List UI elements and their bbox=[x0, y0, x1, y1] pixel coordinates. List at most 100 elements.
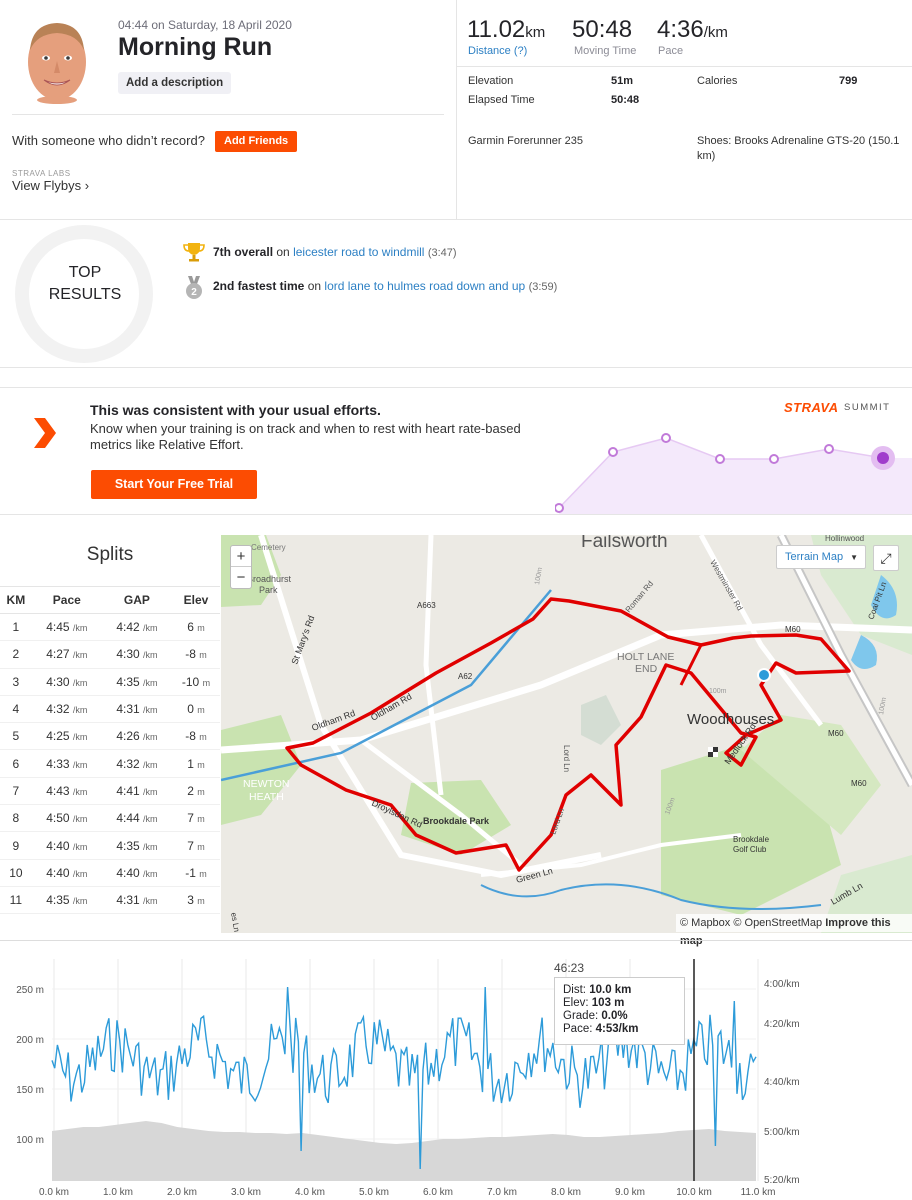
split-cell-gap: 4:32 /km bbox=[101, 749, 172, 778]
elevation-pace-chart[interactable]: 0.0 km 1.0 km 2.0 km 3.0 km 4.0 km 5.0 km 6.0 … bbox=[0, 940, 912, 1200]
split-cell-km: 5 bbox=[0, 722, 32, 751]
road-label: M60 bbox=[828, 729, 844, 738]
elapsed-time-value: 50:48 bbox=[611, 94, 640, 106]
activity-title: Morning Run bbox=[118, 33, 273, 61]
splits-header-elev: Elev bbox=[171, 586, 220, 614]
split-cell-pace: 4:43 /km bbox=[31, 777, 102, 806]
split-row: 11 4:35 /km 4:31 /km 3 m bbox=[0, 886, 220, 915]
road-label: M60 bbox=[851, 779, 867, 788]
split-cell-elev: -8 m bbox=[171, 722, 220, 751]
pace-tick-label: 5:20/km bbox=[764, 1175, 800, 1186]
chart-tooltip: Dist: 10.0 km Elev: 103 m Grade: 0.0% Pa… bbox=[554, 977, 685, 1045]
athlete-avatar[interactable] bbox=[22, 16, 92, 104]
device-name: Garmin Forerunner 235 bbox=[468, 135, 583, 147]
place-label: Hollinwood bbox=[825, 535, 864, 543]
add-friends-button[interactable]: Add Friends bbox=[215, 131, 298, 152]
x-tick-label: 0.0 km bbox=[39, 1187, 69, 1198]
y-tick-label: 150 m bbox=[16, 1085, 44, 1096]
place-label: Park bbox=[259, 585, 278, 595]
x-tick-label: 2.0 km bbox=[167, 1187, 197, 1198]
split-cell-pace: 4:33 /km bbox=[31, 749, 102, 778]
contour-label: 100m bbox=[709, 688, 727, 695]
pace-tick-label: 4:20/km bbox=[764, 1019, 800, 1030]
split-cell-km: 6 bbox=[0, 749, 32, 778]
split-cell-km: 10 bbox=[0, 859, 32, 887]
distance-help-link[interactable]: Distance (?) bbox=[468, 45, 527, 57]
split-cell-gap: 4:41 /km bbox=[101, 777, 172, 806]
tooltip-time: 46:23 bbox=[554, 961, 585, 975]
split-row: 3 4:30 /km 4:35 /km -10 m bbox=[0, 668, 220, 696]
place-label: END bbox=[635, 663, 658, 675]
split-cell-pace: 4:45 /km bbox=[31, 613, 102, 642]
pace-label: Pace bbox=[658, 45, 684, 57]
split-row: 4 4:32 /km 4:31 /km 0 m bbox=[0, 695, 220, 724]
add-description-button[interactable]: Add a description bbox=[118, 72, 232, 94]
split-row: 6 4:33 /km 4:32 /km 1 m bbox=[0, 749, 220, 778]
road-label: A663 bbox=[417, 601, 436, 610]
top-results-title: TOP RESULTS bbox=[48, 264, 122, 303]
split-cell-elev: 3 m bbox=[171, 886, 220, 915]
segment-link[interactable]: lord lane to hulmes road down and up bbox=[324, 279, 525, 293]
divider bbox=[12, 114, 444, 115]
elevation-value: 51m bbox=[611, 75, 634, 87]
segment-link[interactable]: leicester road to windmill bbox=[293, 245, 424, 259]
x-tick-label: 5.0 km bbox=[359, 1187, 389, 1198]
distance-stat: 11.02km bbox=[467, 16, 546, 43]
splits-table: KM Pace GAP Elev 1 4:45 /km 4:42 /km 6 m 2 4:… bbox=[0, 586, 220, 915]
trophy-icon bbox=[183, 242, 205, 267]
split-cell-elev: 1 m bbox=[171, 749, 220, 778]
x-tick-label: 8.0 km bbox=[551, 1187, 581, 1198]
road-label: M60 bbox=[785, 625, 801, 634]
place-label: Failsworth bbox=[581, 535, 668, 552]
splits-header-pace: Pace bbox=[31, 586, 102, 614]
road-label: Lord Ln bbox=[562, 745, 571, 772]
svg-text:2: 2 bbox=[191, 287, 197, 298]
place-label: HOLT LANE bbox=[617, 651, 674, 663]
split-cell-elev: 2 m bbox=[171, 777, 220, 806]
split-cell-gap: 4:35 /km bbox=[101, 831, 172, 860]
achievement-row: 7th overall on leicester road to windmil… bbox=[213, 245, 457, 259]
split-cell-gap: 4:44 /km bbox=[101, 804, 172, 833]
splits-header-gap: GAP bbox=[101, 586, 172, 614]
road-label: es Ln bbox=[229, 912, 241, 933]
split-cell-gap: 4:42 /km bbox=[101, 613, 172, 642]
divider bbox=[457, 66, 912, 67]
split-cell-km: 1 bbox=[0, 613, 32, 642]
strava-labs-label: STRAVA LABS bbox=[12, 169, 71, 178]
y-tick-label: 100 m bbox=[16, 1135, 44, 1146]
split-cell-km: 8 bbox=[0, 804, 32, 833]
zoom-controls: + − bbox=[230, 545, 252, 589]
split-cell-km: 2 bbox=[0, 640, 32, 669]
x-tick-label: 6.0 km bbox=[423, 1187, 453, 1198]
calories-label: Calories bbox=[697, 75, 738, 87]
place-label: Brookdale bbox=[733, 835, 770, 844]
route-map[interactable]: Failsworth Woodhouses HOLT LANE END NEWT… bbox=[221, 535, 912, 933]
split-cell-elev: -10 m bbox=[171, 668, 220, 696]
elapsed-time-label: Elapsed Time bbox=[468, 94, 535, 106]
moving-time-label: Moving Time bbox=[574, 45, 637, 57]
fullscreen-icon[interactable]: ⤢ bbox=[873, 545, 899, 571]
silver-medal-icon: 2 bbox=[184, 276, 204, 305]
map-attribution: © Mapbox © OpenStreetMap Improve this ma… bbox=[676, 914, 912, 947]
split-row: 2 4:27 /km 4:30 /km -8 m bbox=[0, 640, 220, 669]
zoom-out-button[interactable]: − bbox=[231, 567, 251, 588]
split-cell-km: 11 bbox=[0, 886, 32, 915]
place-label: Cemetery bbox=[251, 543, 286, 552]
pace-tick-label: 5:00/km bbox=[764, 1127, 800, 1138]
split-row: 1 4:45 /km 4:42 /km 6 m bbox=[0, 613, 220, 642]
contour-label: 100m bbox=[878, 697, 888, 716]
x-tick-label: 9.0 km bbox=[615, 1187, 645, 1198]
split-row: 7 4:43 /km 4:41 /km 2 m bbox=[0, 777, 220, 806]
split-cell-gap: 4:35 /km bbox=[101, 668, 172, 696]
x-tick-label: 4.0 km bbox=[295, 1187, 325, 1198]
achievement-row: 2nd fastest time on lord lane to hulmes … bbox=[213, 279, 558, 293]
view-flybys-link[interactable]: View Flybys › bbox=[12, 178, 89, 193]
road-label: Westminster Rd bbox=[708, 559, 744, 613]
activity-datetime: 04:44 on Saturday, 18 April 2020 bbox=[118, 18, 292, 32]
zoom-in-button[interactable]: + bbox=[231, 546, 251, 567]
split-cell-pace: 4:50 /km bbox=[31, 804, 102, 833]
split-cell-pace: 4:40 /km bbox=[31, 831, 102, 860]
start-free-trial-button[interactable]: Start Your Free Trial bbox=[91, 470, 257, 499]
split-cell-gap: 4:26 /km bbox=[101, 722, 172, 751]
map-type-dropdown[interactable]: Terrain Map ▼ bbox=[776, 545, 866, 569]
